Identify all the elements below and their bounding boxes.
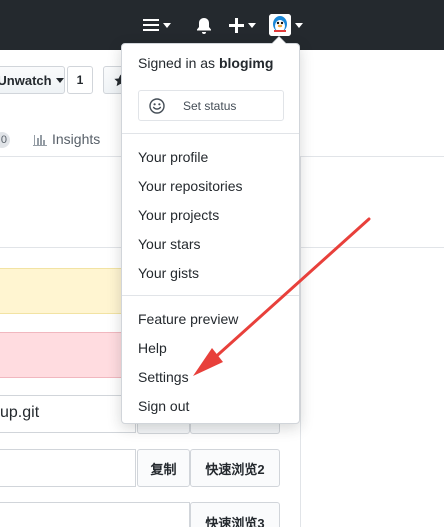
annotation-arrow-icon [193, 217, 371, 376]
